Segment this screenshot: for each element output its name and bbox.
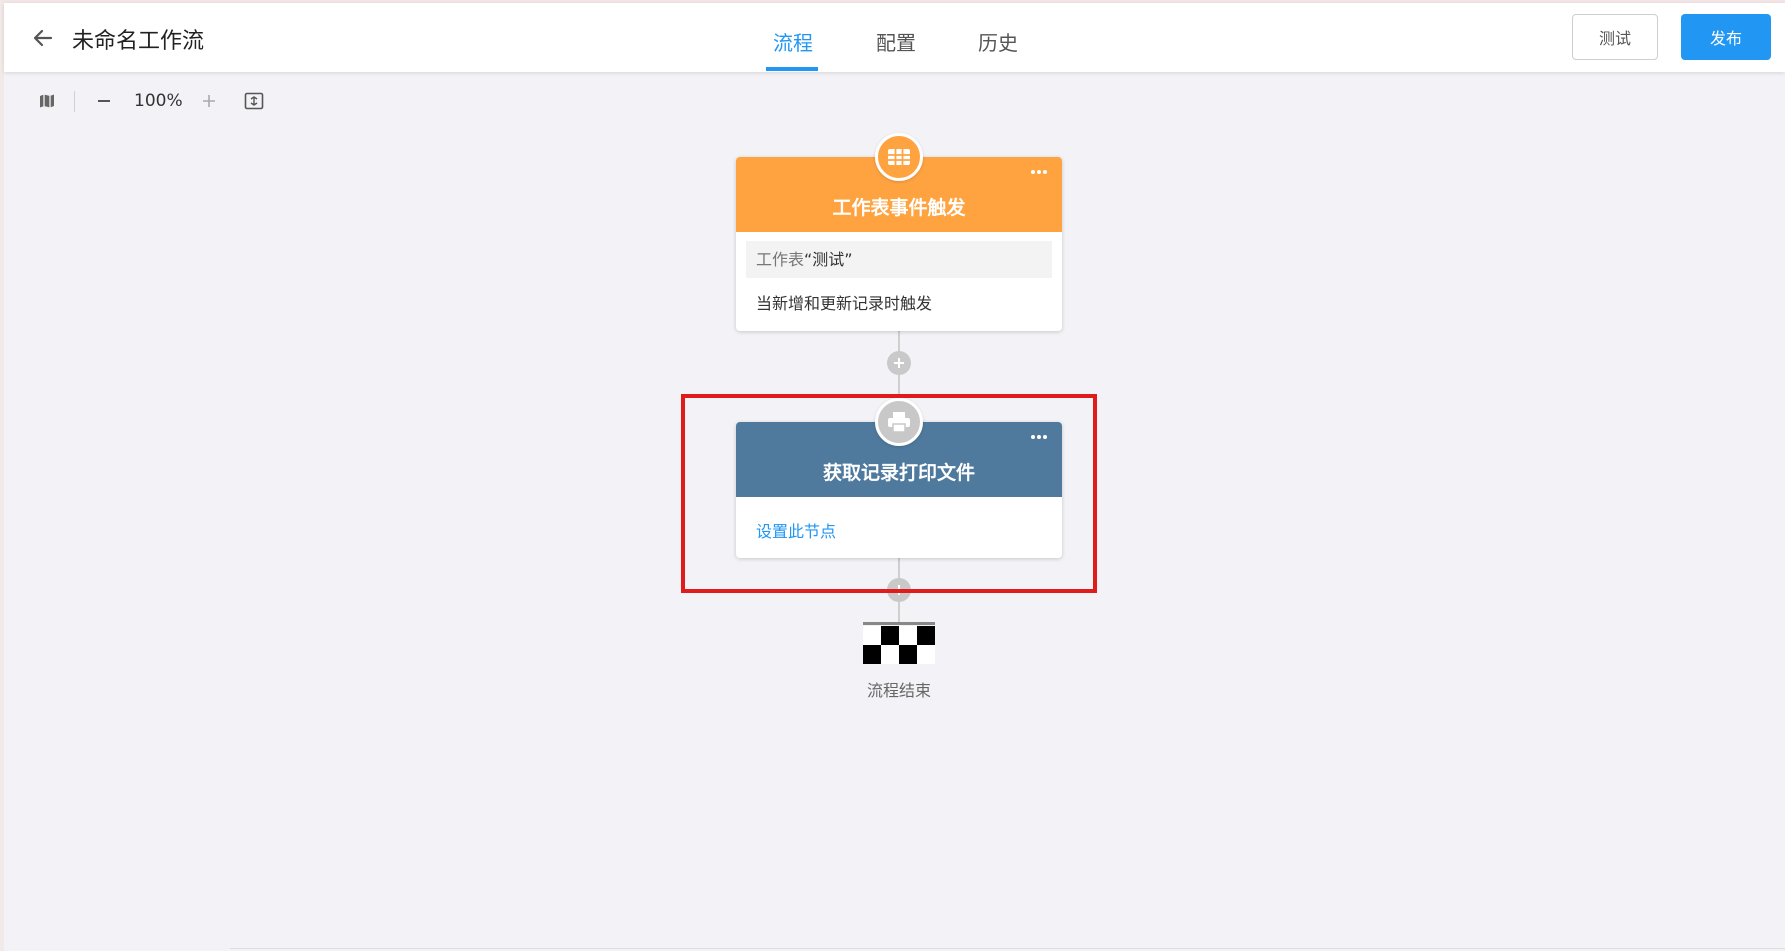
fit-screen-icon[interactable]: [241, 88, 267, 114]
toolbar-divider: [74, 91, 75, 112]
grid-table-icon: [875, 133, 923, 181]
sheet-prefix: 工作表: [756, 250, 805, 269]
top-header: 未命名工作流 流程 配置 历史 测试 发布: [4, 3, 1785, 72]
plus-icon: [894, 585, 904, 595]
tab-history[interactable]: 历史: [978, 27, 1018, 56]
add-node-button[interactable]: [887, 578, 911, 602]
printer-icon: [875, 398, 923, 446]
tab-config[interactable]: 配置: [876, 27, 916, 56]
trigger-sheet-info: 工作表“测试”: [746, 241, 1052, 278]
finish-flag-icon: [863, 622, 935, 664]
end-label: 流程结束: [866, 681, 931, 700]
sheet-name: “测试”: [804, 250, 853, 269]
trigger-node-title: 工作表事件触发: [832, 197, 966, 219]
setup-node-link[interactable]: 设置此节点: [756, 518, 836, 542]
minimap-icon[interactable]: [34, 88, 60, 114]
active-tab-indicator: [766, 67, 818, 71]
trigger-node[interactable]: 工作表事件触发 工作表“测试” 当新增和更新记录时触发: [736, 133, 1062, 331]
publish-button[interactable]: 发布: [1681, 14, 1771, 60]
trigger-description: 当新增和更新记录时触发: [756, 294, 933, 313]
print-node-title: 获取记录打印文件: [822, 462, 975, 484]
bottom-divider: [230, 948, 1785, 949]
plus-icon: [894, 358, 904, 368]
print-node[interactable]: 获取记录打印文件 设置此节点: [736, 398, 1062, 558]
add-node-button[interactable]: [887, 351, 911, 375]
tab-flow[interactable]: 流程: [773, 27, 813, 56]
more-options-icon[interactable]: [1028, 164, 1050, 178]
more-options-icon[interactable]: [1028, 429, 1050, 443]
zoom-level: 100%: [134, 91, 183, 111]
tab-bar: 流程 配置 历史: [4, 3, 1785, 72]
zoom-in-icon[interactable]: [196, 88, 222, 114]
test-button[interactable]: 测试: [1572, 14, 1658, 60]
zoom-out-icon[interactable]: [91, 88, 117, 114]
